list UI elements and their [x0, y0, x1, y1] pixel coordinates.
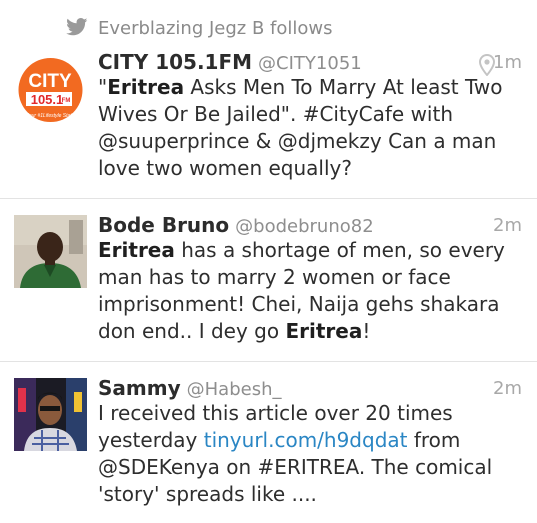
avatar[interactable]: [14, 378, 87, 451]
social-context[interactable]: Everblazing Jegz B follows: [0, 0, 537, 46]
tweet-timestamp: 1m: [493, 52, 522, 73]
tweet-link[interactable]: tinyurl.com/h9dqdat: [204, 428, 408, 452]
tweet-header: Sammy @Habesh_: [98, 376, 281, 400]
logo-unit: FM: [62, 98, 71, 104]
tweet[interactable]: Bode Bruno @bodebruno82 2m Eritrea has a …: [0, 199, 537, 361]
logo-brand: CITY: [28, 71, 72, 92]
author-name[interactable]: Sammy: [98, 376, 181, 400]
profile-photo: [14, 378, 87, 451]
tweet[interactable]: CITY 105.1 FM ...Your #1Lifestyle Statio…: [0, 46, 537, 198]
keyword-highlight: Eritrea: [98, 238, 175, 262]
author-handle[interactable]: @CITY1051: [258, 53, 362, 74]
tweet[interactable]: Sammy @Habesh_ 2m I received this article…: [0, 362, 537, 523]
author-handle[interactable]: @bodebruno82: [235, 216, 374, 237]
text-segment: ": [98, 75, 108, 99]
social-context-text: Everblazing Jegz B follows: [98, 18, 333, 39]
city-fm-logo: CITY 105.1 FM ...Your #1Lifestyle Statio…: [14, 54, 87, 127]
logo-frequency: 105.1: [31, 92, 64, 107]
keyword-highlight: Eritrea: [285, 319, 363, 343]
text-segment: !: [362, 319, 371, 343]
tweet-text: I received this article over 20 times ye…: [98, 400, 525, 508]
logo-tagline: ...Your #1Lifestyle Station: [22, 113, 79, 119]
author-name[interactable]: Bode Bruno: [98, 213, 229, 237]
tweet-text: "Eritrea Asks Men To Marry At least Two …: [98, 74, 525, 182]
tweet-timestamp: 2m: [493, 378, 522, 399]
tweet-text: Eritrea has a shortage of men, so every …: [98, 237, 525, 345]
tweet-header: Bode Bruno @bodebruno82: [98, 213, 374, 237]
tweet-timestamp: 2m: [493, 215, 522, 236]
avatar[interactable]: CITY 105.1 FM ...Your #1Lifestyle Statio…: [14, 54, 87, 127]
bird-icon: [66, 18, 88, 36]
keyword-highlight: Eritrea: [107, 75, 185, 99]
profile-photo: [14, 215, 87, 288]
avatar[interactable]: [14, 215, 87, 288]
author-handle[interactable]: @Habesh_: [187, 379, 282, 400]
tweet-header: CITY 105.1FM @CITY1051: [98, 50, 362, 74]
author-name[interactable]: CITY 105.1FM: [98, 50, 252, 74]
